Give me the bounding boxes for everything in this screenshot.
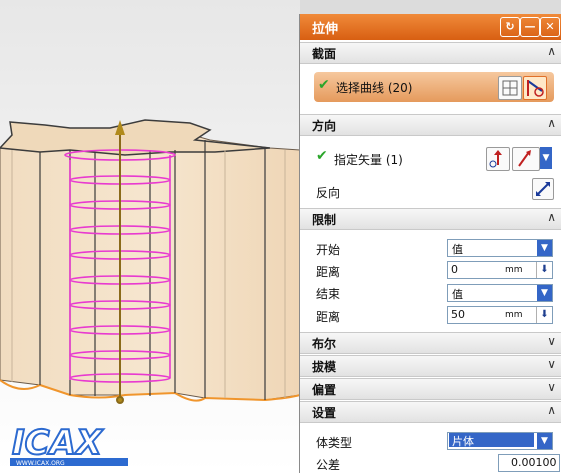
end-distance-input[interactable]: 50 mm ⬇ (447, 306, 553, 324)
chevron-down-icon: ∨ (547, 357, 556, 371)
tolerance-label: 公差 (316, 458, 341, 472)
chevron-up-icon: ∧ (547, 116, 556, 130)
section-header-limits[interactable]: 限制 ∧ (300, 208, 561, 230)
reverse-direction-button[interactable] (532, 178, 554, 200)
svg-text:ICAX: ICAX (12, 423, 104, 463)
section-header-draft[interactable]: 拔模 ∨ (300, 355, 561, 377)
curve-icon[interactable] (523, 76, 547, 100)
extrude-dialog: 拉伸 ↻ — ✕ 截面 ∧ ✔ 选择曲线 (20) 方向 ∧ ✔ 指定矢量 (1… (299, 14, 561, 473)
sketch-section-icon[interactable] (498, 76, 522, 100)
chevron-down-icon: ∨ (547, 380, 556, 394)
minimize-icon[interactable]: — (520, 17, 540, 37)
start-distance-label: 距离 (316, 265, 341, 279)
chevron-down-icon: ▼ (537, 433, 552, 449)
section-header-settings[interactable]: 设置 ∧ (300, 401, 561, 423)
section-header-offset[interactable]: 偏置 ∨ (300, 378, 561, 400)
spin-arrow-icon[interactable]: ⬇ (536, 262, 552, 278)
chevron-up-icon: ∧ (547, 403, 556, 417)
tolerance-input[interactable]: 0.00100 (498, 454, 560, 472)
body-type-label: 体类型 (316, 436, 353, 450)
start-distance-input[interactable]: 0 mm ⬇ (447, 261, 553, 279)
specify-vector-label: 指定矢量 (1) (334, 153, 403, 167)
spin-arrow-icon[interactable]: ⬇ (536, 307, 552, 323)
dialog-titlebar: 拉伸 ↻ — ✕ (300, 14, 561, 40)
vector-dialog-icon[interactable] (486, 147, 510, 171)
chevron-down-icon: ▼ (537, 240, 552, 256)
chevron-down-icon: ▼ (537, 285, 552, 301)
section-header-boolean[interactable]: 布尔 ∨ (300, 332, 561, 354)
body-type-select[interactable]: 片体 ▼ (447, 432, 553, 450)
end-option-select[interactable]: 值 ▼ (447, 284, 553, 302)
chevron-up-icon: ∧ (547, 210, 556, 224)
reset-icon[interactable]: ↻ (500, 17, 520, 37)
select-curve-label: 选择曲线 (20) (336, 81, 413, 95)
close-icon[interactable]: ✕ (540, 17, 560, 37)
check-icon: ✔ (318, 77, 330, 93)
dialog-title: 拉伸 (312, 22, 339, 37)
chevron-up-icon: ∧ (547, 44, 556, 58)
check-icon: ✔ (316, 148, 328, 164)
reverse-direction-label: 反向 (316, 186, 341, 200)
section-header-section[interactable]: 截面 ∧ (300, 42, 561, 64)
logo-url: WWW.ICAX.ORG (16, 460, 65, 467)
icax-logo: ICAX WWW.ICAX.ORG (6, 420, 136, 470)
start-option-select[interactable]: 值 ▼ (447, 239, 553, 257)
graphics-viewport[interactable]: ICAX WWW.ICAX.ORG (0, 0, 300, 473)
end-distance-label: 距离 (316, 310, 341, 324)
chevron-down-icon: ∨ (547, 334, 556, 348)
vector-dropdown-arrow[interactable]: ▼ (540, 147, 552, 169)
start-label: 开始 (316, 243, 341, 257)
section-header-direction[interactable]: 方向 ∧ (300, 114, 561, 136)
end-label: 结束 (316, 287, 341, 301)
vector-type-icon[interactable] (512, 147, 540, 171)
extrude-preview (0, 119, 300, 404)
